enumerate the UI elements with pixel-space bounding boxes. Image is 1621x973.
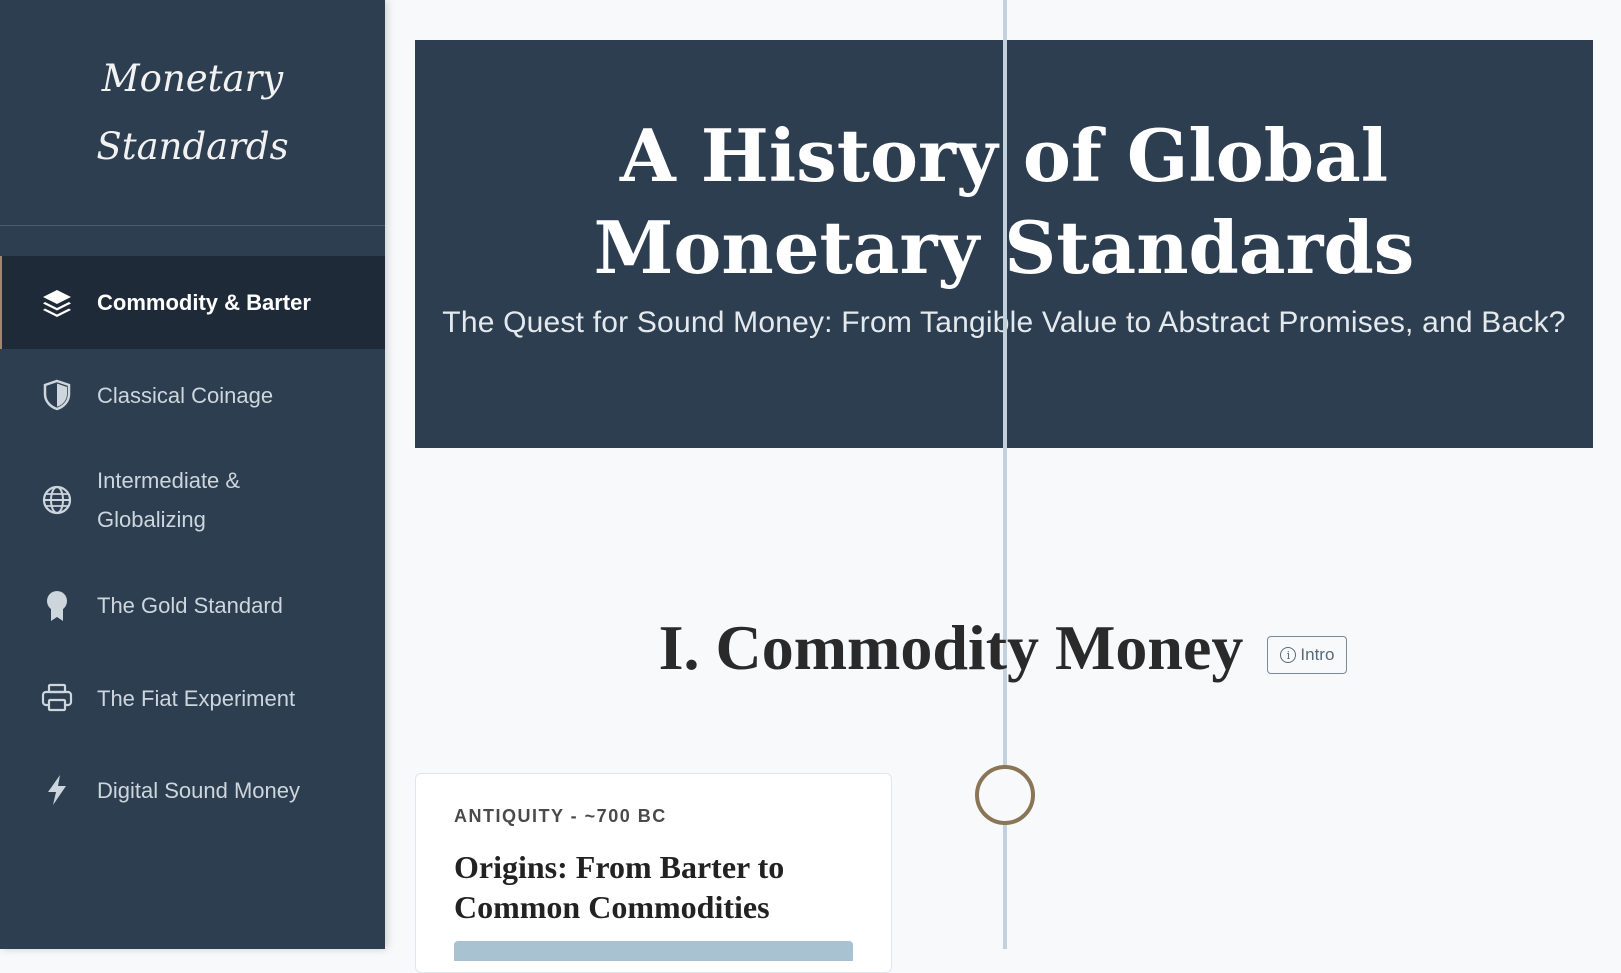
timeline-card[interactable]: ANTIQUITY - ~700 BC Origins: From Barter… xyxy=(415,773,892,973)
card-title: Origins: From Barter to Common Commoditi… xyxy=(454,849,785,925)
section-title: I. Commodity Money xyxy=(658,612,1244,683)
section-header: I. Commodity Money i Intro xyxy=(385,610,1621,686)
brand: Monetary Standards xyxy=(0,0,385,226)
sidebar-item-label: The Fiat Experiment xyxy=(97,685,296,711)
main-content: A History of Global Monetary Standards T… xyxy=(385,0,1621,973)
sidebar-item-label: Commodity & Barter xyxy=(97,290,311,315)
lightning-icon xyxy=(40,773,74,807)
sidebar-item-classical-coinage[interactable]: Classical Coinage xyxy=(0,349,385,441)
brand-line-1: Monetary xyxy=(101,56,284,100)
sidebar-nav: Commodity & Barter Classical Coinage Int… xyxy=(0,256,385,836)
shield-icon xyxy=(40,378,74,412)
timeline-node[interactable] xyxy=(975,765,1035,825)
sidebar-item-intermediate-globalizing[interactable]: Intermediate & Globalizing xyxy=(0,441,385,559)
award-icon xyxy=(40,589,74,623)
brand-title[interactable]: Monetary Standards xyxy=(53,45,333,181)
sidebar-item-label: The Gold Standard xyxy=(97,593,283,618)
sidebar-item-gold-standard[interactable]: The Gold Standard xyxy=(0,559,385,652)
sidebar-item-label: Classical Coinage xyxy=(97,382,274,408)
sidebar-item-label: Intermediate & Globalizing xyxy=(97,468,241,532)
brand-line-2: Standards xyxy=(96,124,289,168)
sidebar-item-fiat-experiment[interactable]: The Fiat Experiment xyxy=(0,652,385,744)
intro-button-label: Intro xyxy=(1300,645,1335,664)
printer-icon xyxy=(40,681,74,715)
sidebar: Monetary Standards Commodity & Barter Cl… xyxy=(0,0,385,949)
card-date: ANTIQUITY - ~700 BC xyxy=(454,806,667,826)
globe-icon xyxy=(40,483,74,517)
intro-button[interactable]: i Intro xyxy=(1267,636,1348,674)
card-image xyxy=(454,941,853,961)
info-icon: i xyxy=(1280,647,1297,663)
sidebar-item-commodity-barter[interactable]: Commodity & Barter xyxy=(0,256,385,349)
sidebar-item-digital-sound-money[interactable]: Digital Sound Money xyxy=(0,744,385,836)
layers-icon xyxy=(40,286,74,320)
sidebar-item-label: Digital Sound Money xyxy=(97,777,301,803)
